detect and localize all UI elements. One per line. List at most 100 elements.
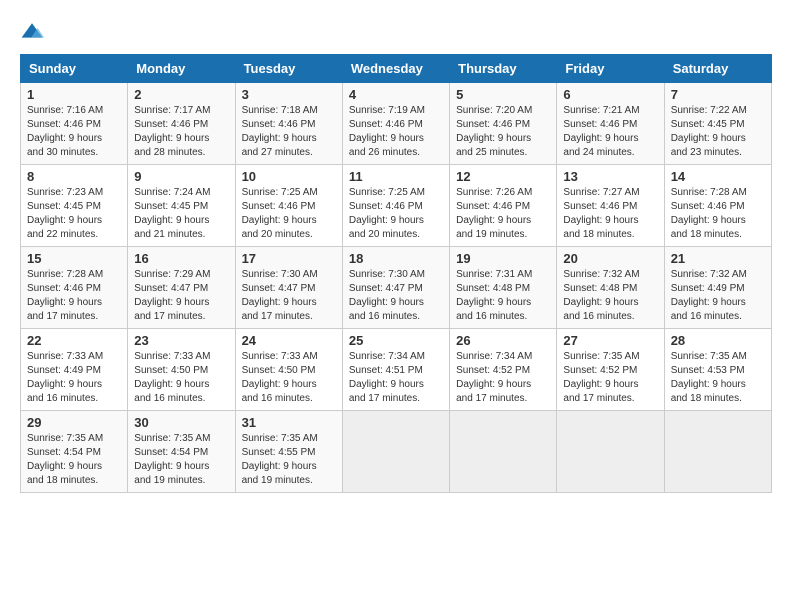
day-number: 31 bbox=[242, 415, 336, 430]
day-info: Sunrise: 7:20 AMSunset: 4:46 PMDaylight:… bbox=[456, 105, 532, 158]
calendar-cell: 23 Sunrise: 7:33 AMSunset: 4:50 PMDaylig… bbox=[128, 329, 235, 411]
day-info: Sunrise: 7:24 AMSunset: 4:45 PMDaylight:… bbox=[134, 187, 210, 240]
calendar-cell: 27 Sunrise: 7:35 AMSunset: 4:52 PMDaylig… bbox=[557, 329, 664, 411]
calendar-cell: 16 Sunrise: 7:29 AMSunset: 4:47 PMDaylig… bbox=[128, 247, 235, 329]
day-info: Sunrise: 7:31 AMSunset: 4:48 PMDaylight:… bbox=[456, 269, 532, 322]
calendar-cell: 24 Sunrise: 7:33 AMSunset: 4:50 PMDaylig… bbox=[235, 329, 342, 411]
day-info: Sunrise: 7:18 AMSunset: 4:46 PMDaylight:… bbox=[242, 105, 318, 158]
day-number: 25 bbox=[349, 333, 443, 348]
col-header-sunday: Sunday bbox=[21, 55, 128, 83]
day-info: Sunrise: 7:17 AMSunset: 4:46 PMDaylight:… bbox=[134, 105, 210, 158]
calendar-cell bbox=[450, 411, 557, 493]
day-info: Sunrise: 7:25 AMSunset: 4:46 PMDaylight:… bbox=[349, 187, 425, 240]
day-info: Sunrise: 7:23 AMSunset: 4:45 PMDaylight:… bbox=[27, 187, 103, 240]
day-number: 17 bbox=[242, 251, 336, 266]
day-number: 11 bbox=[349, 169, 443, 184]
day-number: 7 bbox=[671, 87, 765, 102]
calendar-cell: 25 Sunrise: 7:34 AMSunset: 4:51 PMDaylig… bbox=[342, 329, 449, 411]
calendar-cell: 26 Sunrise: 7:34 AMSunset: 4:52 PMDaylig… bbox=[450, 329, 557, 411]
calendar-cell: 9 Sunrise: 7:24 AMSunset: 4:45 PMDayligh… bbox=[128, 165, 235, 247]
calendar-cell: 30 Sunrise: 7:35 AMSunset: 4:54 PMDaylig… bbox=[128, 411, 235, 493]
day-info: Sunrise: 7:26 AMSunset: 4:46 PMDaylight:… bbox=[456, 187, 532, 240]
calendar-cell: 12 Sunrise: 7:26 AMSunset: 4:46 PMDaylig… bbox=[450, 165, 557, 247]
day-info: Sunrise: 7:21 AMSunset: 4:46 PMDaylight:… bbox=[563, 105, 639, 158]
col-header-friday: Friday bbox=[557, 55, 664, 83]
day-number: 24 bbox=[242, 333, 336, 348]
day-number: 20 bbox=[563, 251, 657, 266]
day-info: Sunrise: 7:35 AMSunset: 4:55 PMDaylight:… bbox=[242, 433, 318, 486]
day-info: Sunrise: 7:27 AMSunset: 4:46 PMDaylight:… bbox=[563, 187, 639, 240]
day-info: Sunrise: 7:35 AMSunset: 4:54 PMDaylight:… bbox=[27, 433, 103, 486]
calendar-cell: 15 Sunrise: 7:28 AMSunset: 4:46 PMDaylig… bbox=[21, 247, 128, 329]
day-info: Sunrise: 7:22 AMSunset: 4:45 PMDaylight:… bbox=[671, 105, 747, 158]
day-info: Sunrise: 7:33 AMSunset: 4:50 PMDaylight:… bbox=[242, 351, 318, 404]
day-info: Sunrise: 7:28 AMSunset: 4:46 PMDaylight:… bbox=[671, 187, 747, 240]
calendar-cell: 29 Sunrise: 7:35 AMSunset: 4:54 PMDaylig… bbox=[21, 411, 128, 493]
calendar-week-row: 29 Sunrise: 7:35 AMSunset: 4:54 PMDaylig… bbox=[21, 411, 772, 493]
col-header-monday: Monday bbox=[128, 55, 235, 83]
day-info: Sunrise: 7:32 AMSunset: 4:48 PMDaylight:… bbox=[563, 269, 639, 322]
day-number: 9 bbox=[134, 169, 228, 184]
day-info: Sunrise: 7:29 AMSunset: 4:47 PMDaylight:… bbox=[134, 269, 210, 322]
calendar-cell: 21 Sunrise: 7:32 AMSunset: 4:49 PMDaylig… bbox=[664, 247, 771, 329]
col-header-wednesday: Wednesday bbox=[342, 55, 449, 83]
day-info: Sunrise: 7:16 AMSunset: 4:46 PMDaylight:… bbox=[27, 105, 103, 158]
calendar-cell bbox=[342, 411, 449, 493]
day-number: 3 bbox=[242, 87, 336, 102]
day-number: 16 bbox=[134, 251, 228, 266]
day-number: 30 bbox=[134, 415, 228, 430]
calendar-cell: 3 Sunrise: 7:18 AMSunset: 4:46 PMDayligh… bbox=[235, 83, 342, 165]
logo-icon bbox=[20, 20, 44, 44]
col-header-tuesday: Tuesday bbox=[235, 55, 342, 83]
day-info: Sunrise: 7:33 AMSunset: 4:49 PMDaylight:… bbox=[27, 351, 103, 404]
day-number: 2 bbox=[134, 87, 228, 102]
day-info: Sunrise: 7:25 AMSunset: 4:46 PMDaylight:… bbox=[242, 187, 318, 240]
day-number: 23 bbox=[134, 333, 228, 348]
day-info: Sunrise: 7:35 AMSunset: 4:53 PMDaylight:… bbox=[671, 351, 747, 404]
calendar-cell: 13 Sunrise: 7:27 AMSunset: 4:46 PMDaylig… bbox=[557, 165, 664, 247]
calendar-cell: 1 Sunrise: 7:16 AMSunset: 4:46 PMDayligh… bbox=[21, 83, 128, 165]
day-number: 10 bbox=[242, 169, 336, 184]
calendar-cell: 11 Sunrise: 7:25 AMSunset: 4:46 PMDaylig… bbox=[342, 165, 449, 247]
day-info: Sunrise: 7:28 AMSunset: 4:46 PMDaylight:… bbox=[27, 269, 103, 322]
calendar-cell: 20 Sunrise: 7:32 AMSunset: 4:48 PMDaylig… bbox=[557, 247, 664, 329]
calendar-week-row: 22 Sunrise: 7:33 AMSunset: 4:49 PMDaylig… bbox=[21, 329, 772, 411]
day-number: 8 bbox=[27, 169, 121, 184]
calendar-cell: 10 Sunrise: 7:25 AMSunset: 4:46 PMDaylig… bbox=[235, 165, 342, 247]
calendar-cell bbox=[557, 411, 664, 493]
day-info: Sunrise: 7:34 AMSunset: 4:52 PMDaylight:… bbox=[456, 351, 532, 404]
day-number: 15 bbox=[27, 251, 121, 266]
day-number: 22 bbox=[27, 333, 121, 348]
col-header-saturday: Saturday bbox=[664, 55, 771, 83]
day-number: 18 bbox=[349, 251, 443, 266]
calendar-cell: 18 Sunrise: 7:30 AMSunset: 4:47 PMDaylig… bbox=[342, 247, 449, 329]
day-number: 13 bbox=[563, 169, 657, 184]
day-number: 14 bbox=[671, 169, 765, 184]
day-number: 12 bbox=[456, 169, 550, 184]
day-info: Sunrise: 7:35 AMSunset: 4:52 PMDaylight:… bbox=[563, 351, 639, 404]
day-info: Sunrise: 7:34 AMSunset: 4:51 PMDaylight:… bbox=[349, 351, 425, 404]
day-info: Sunrise: 7:30 AMSunset: 4:47 PMDaylight:… bbox=[242, 269, 318, 322]
calendar-week-row: 15 Sunrise: 7:28 AMSunset: 4:46 PMDaylig… bbox=[21, 247, 772, 329]
calendar-cell: 2 Sunrise: 7:17 AMSunset: 4:46 PMDayligh… bbox=[128, 83, 235, 165]
calendar-cell: 6 Sunrise: 7:21 AMSunset: 4:46 PMDayligh… bbox=[557, 83, 664, 165]
day-info: Sunrise: 7:30 AMSunset: 4:47 PMDaylight:… bbox=[349, 269, 425, 322]
calendar-week-row: 8 Sunrise: 7:23 AMSunset: 4:45 PMDayligh… bbox=[21, 165, 772, 247]
day-number: 19 bbox=[456, 251, 550, 266]
calendar-cell: 5 Sunrise: 7:20 AMSunset: 4:46 PMDayligh… bbox=[450, 83, 557, 165]
day-info: Sunrise: 7:35 AMSunset: 4:54 PMDaylight:… bbox=[134, 433, 210, 486]
day-number: 29 bbox=[27, 415, 121, 430]
day-info: Sunrise: 7:19 AMSunset: 4:46 PMDaylight:… bbox=[349, 105, 425, 158]
day-number: 5 bbox=[456, 87, 550, 102]
day-number: 27 bbox=[563, 333, 657, 348]
calendar-cell: 4 Sunrise: 7:19 AMSunset: 4:46 PMDayligh… bbox=[342, 83, 449, 165]
day-number: 26 bbox=[456, 333, 550, 348]
calendar-cell: 14 Sunrise: 7:28 AMSunset: 4:46 PMDaylig… bbox=[664, 165, 771, 247]
day-number: 1 bbox=[27, 87, 121, 102]
calendar-cell: 17 Sunrise: 7:30 AMSunset: 4:47 PMDaylig… bbox=[235, 247, 342, 329]
day-number: 28 bbox=[671, 333, 765, 348]
calendar-cell: 8 Sunrise: 7:23 AMSunset: 4:45 PMDayligh… bbox=[21, 165, 128, 247]
day-number: 21 bbox=[671, 251, 765, 266]
day-number: 6 bbox=[563, 87, 657, 102]
header bbox=[20, 20, 772, 44]
